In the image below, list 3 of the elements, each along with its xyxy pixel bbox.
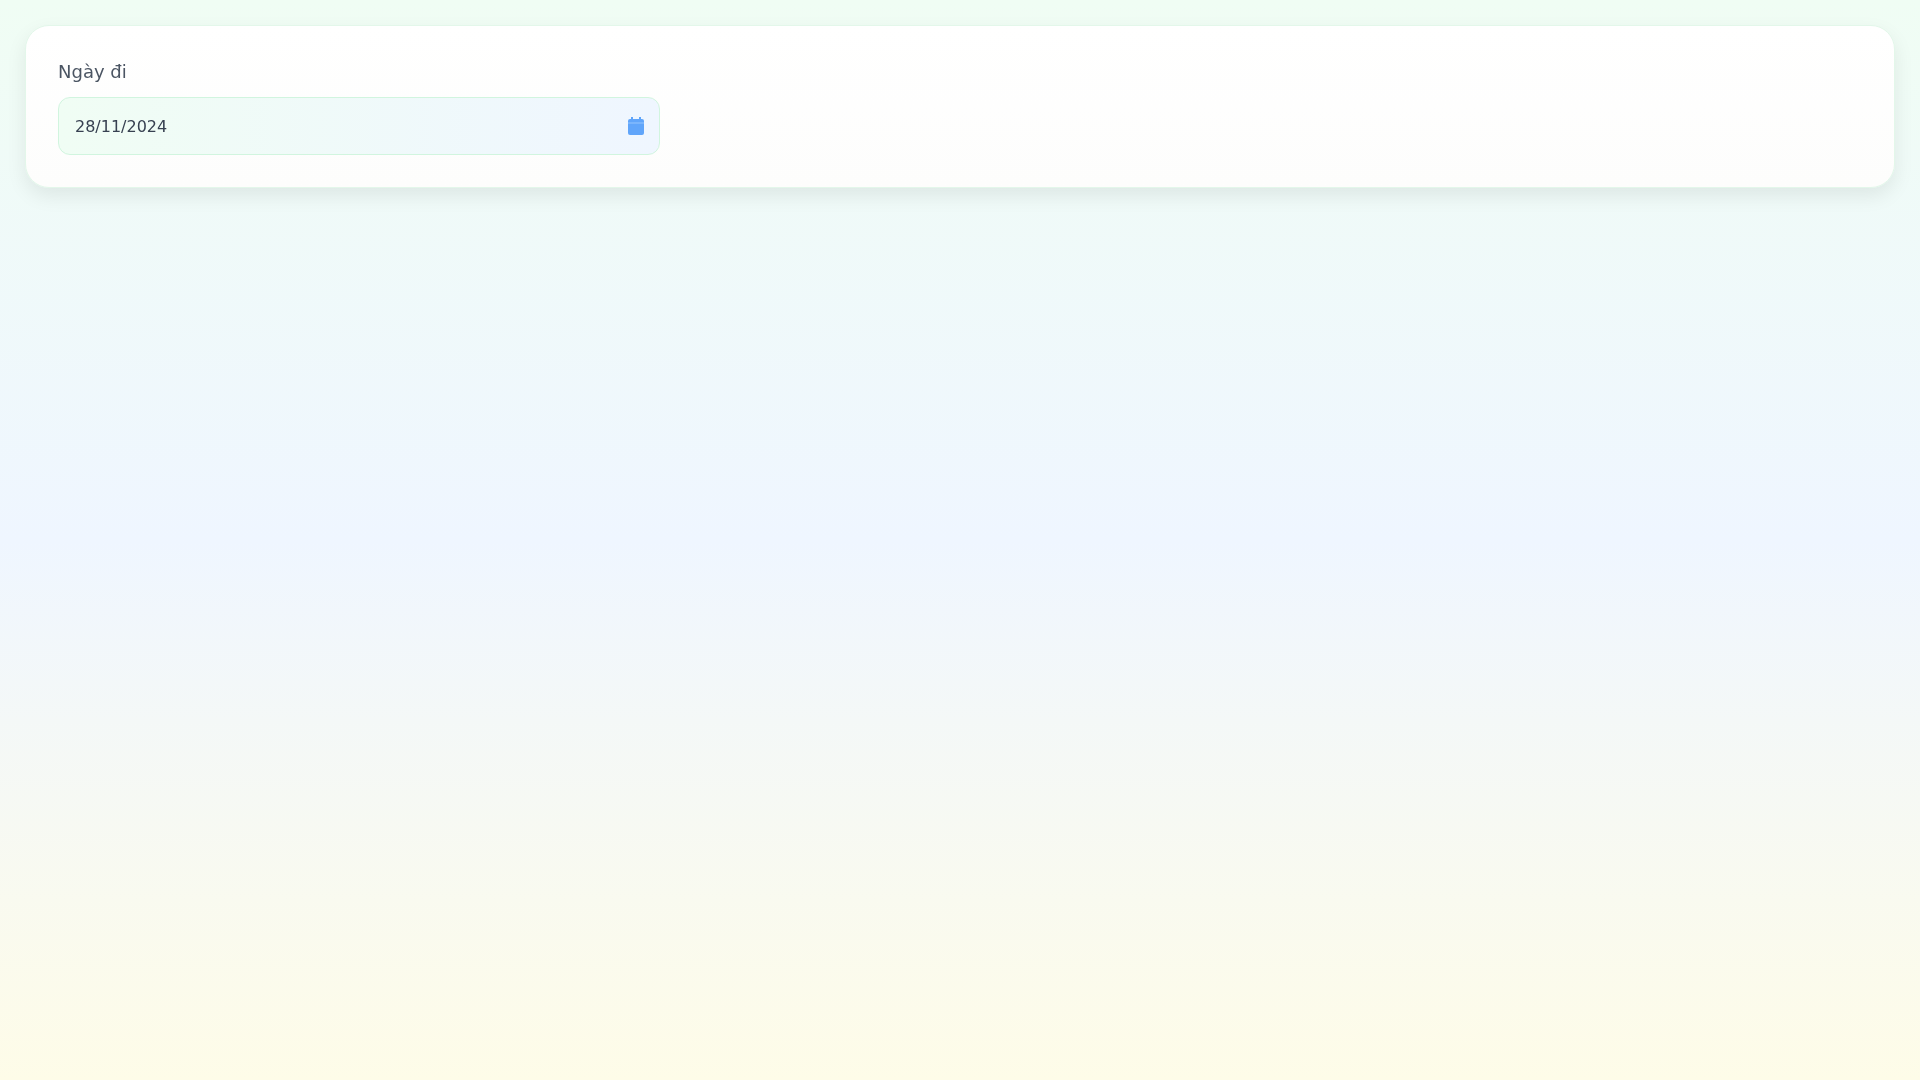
date-field[interactable]: 28/11/2024	[58, 97, 660, 155]
calendar-icon	[628, 117, 644, 135]
field-label: Ngày đi	[58, 60, 127, 84]
